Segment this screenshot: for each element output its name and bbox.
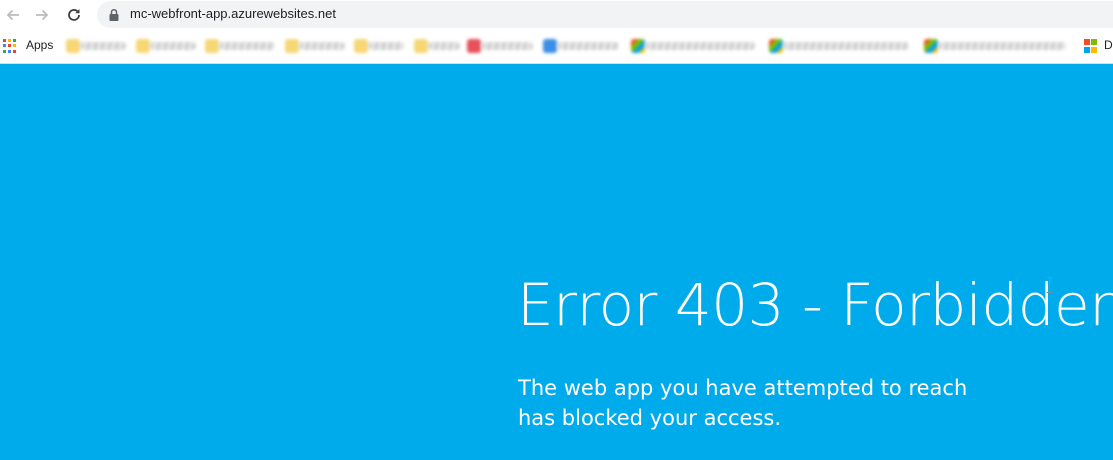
bookmark-favicon-icon <box>467 39 481 53</box>
bookmark-item[interactable] <box>631 37 761 55</box>
bookmark-item[interactable] <box>414 37 464 55</box>
bookmark-favicon-icon <box>769 39 783 53</box>
browser-toolbar: mc-webfront-app.azurewebsites.net <box>0 0 1113 29</box>
bookmark-favicon-icon <box>631 39 645 53</box>
bookmark-favicon-icon <box>924 39 938 53</box>
bookmark-favicon-icon <box>66 39 80 53</box>
bookmark-item[interactable] <box>467 37 537 55</box>
bookmark-favicon-icon <box>285 39 299 53</box>
bookmark-label-truncated[interactable]: D <box>1104 38 1113 52</box>
text-cursor-icon <box>1046 277 1053 293</box>
reload-button[interactable] <box>63 4 85 26</box>
bookmark-favicon-icon <box>205 39 219 53</box>
reload-icon <box>68 9 80 21</box>
bookmark-favicon-icon <box>414 39 428 53</box>
bookmark-item[interactable] <box>136 37 200 55</box>
arrow-left-icon <box>6 9 19 21</box>
bookmark-favicon-icon <box>354 39 368 53</box>
lock-icon <box>109 8 119 21</box>
page-title: Error 403 - Forbidden <box>517 271 1113 339</box>
bookmark-favicon-icon <box>543 39 557 53</box>
bookmark-item[interactable] <box>205 37 279 55</box>
arrow-right-icon <box>36 9 49 21</box>
apps-bookmark-label[interactable]: Apps <box>26 38 53 52</box>
bookmark-item[interactable] <box>924 37 1072 55</box>
apps-grid-icon[interactable] <box>3 39 17 53</box>
bookmark-item[interactable] <box>543 37 623 55</box>
bookmark-item[interactable] <box>769 37 915 55</box>
bookmark-item[interactable] <box>285 37 349 55</box>
address-bar[interactable]: mc-webfront-app.azurewebsites.net <box>97 1 1113 28</box>
bookmark-item[interactable] <box>354 37 408 55</box>
bookmarks-bar: Apps D <box>0 29 1113 64</box>
url-text[interactable]: mc-webfront-app.azurewebsites.net <box>130 6 336 21</box>
microsoft-logo-icon <box>1084 39 1098 53</box>
forward-button[interactable] <box>31 4 53 26</box>
error-description: The web app you have attempted to reach … <box>518 376 968 430</box>
bookmark-item[interactable] <box>66 37 130 55</box>
error-page: Error 403 - Forbidden The web app you ha… <box>0 64 1113 460</box>
bookmark-favicon-icon <box>136 39 150 53</box>
back-button[interactable] <box>2 4 24 26</box>
